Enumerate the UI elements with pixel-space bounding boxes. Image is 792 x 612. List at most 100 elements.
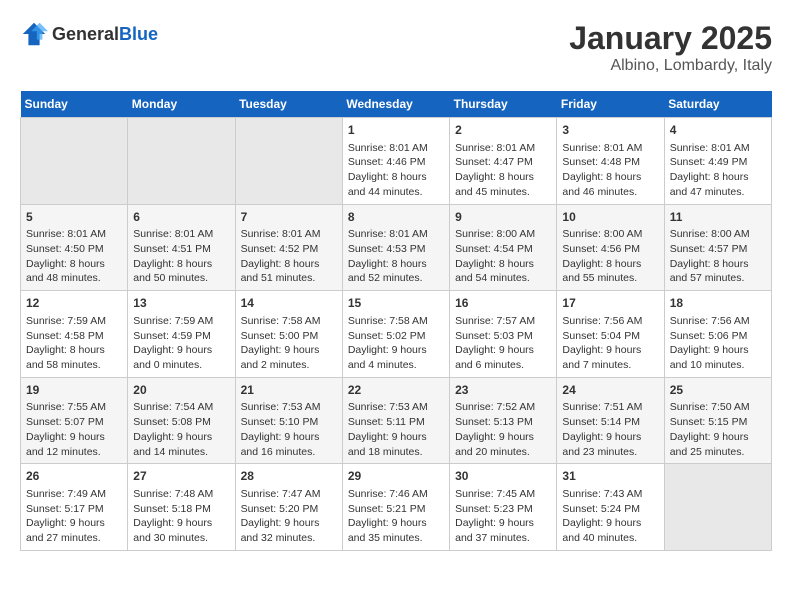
weekday-header-sunday: Sunday bbox=[21, 91, 128, 118]
day-cell: 26 Sunrise: 7:49 AM Sunset: 5:17 PM Dayli… bbox=[21, 464, 128, 551]
day-info: Sunrise: 7:56 AM Sunset: 5:06 PM Dayligh… bbox=[670, 314, 766, 373]
day-info: Sunrise: 7:48 AM Sunset: 5:18 PM Dayligh… bbox=[133, 487, 229, 546]
calendar-table: SundayMondayTuesdayWednesdayThursdayFrid… bbox=[20, 91, 772, 551]
day-info: Sunrise: 7:51 AM Sunset: 5:14 PM Dayligh… bbox=[562, 400, 658, 459]
day-info: Sunrise: 8:01 AM Sunset: 4:51 PM Dayligh… bbox=[133, 227, 229, 286]
day-number: 6 bbox=[133, 209, 229, 226]
weekday-header-thursday: Thursday bbox=[450, 91, 557, 118]
day-info: Sunrise: 8:01 AM Sunset: 4:53 PM Dayligh… bbox=[348, 227, 444, 286]
day-cell: 23Sunrise: 7:52 AM Sunset: 5:13 PM Dayli… bbox=[450, 377, 557, 464]
day-cell: 19Sunrise: 7:55 AM Sunset: 5:07 PM Dayli… bbox=[21, 377, 128, 464]
day-number: 19 bbox=[26, 382, 122, 399]
day-info: Sunrise: 8:01 AM Sunset: 4:47 PM Dayligh… bbox=[455, 141, 551, 200]
day-cell: 24Sunrise: 7:51 AM Sunset: 5:14 PM Dayli… bbox=[557, 377, 664, 464]
day-info: Sunrise: 7:57 AM Sunset: 5:03 PM Dayligh… bbox=[455, 314, 551, 373]
day-number: 10 bbox=[562, 209, 658, 226]
day-number: 28 bbox=[241, 468, 337, 485]
day-cell: 8Sunrise: 8:01 AM Sunset: 4:53 PM Daylig… bbox=[342, 204, 449, 291]
day-cell: 3Sunrise: 8:01 AM Sunset: 4:48 PM Daylig… bbox=[557, 118, 664, 205]
day-cell: 4 Sunrise: 8:01 AM Sunset: 4:49 PM Daylig… bbox=[664, 118, 771, 205]
day-info: Sunrise: 8:01 AM Sunset: 4:49 PM Dayligh… bbox=[670, 141, 766, 200]
day-cell: 5Sunrise: 8:01 AM Sunset: 4:50 PM Daylig… bbox=[21, 204, 128, 291]
day-cell: 16 Sunrise: 7:57 AM Sunset: 5:03 PM Dayli… bbox=[450, 291, 557, 378]
page-header: General Blue January 2025 Albino, Lombar… bbox=[20, 20, 772, 75]
logo: General Blue bbox=[20, 20, 158, 48]
day-info: Sunrise: 7:55 AM Sunset: 5:07 PM Dayligh… bbox=[26, 400, 122, 459]
day-number: 12 bbox=[26, 295, 122, 312]
logo-icon bbox=[20, 20, 48, 48]
day-cell: 10Sunrise: 8:00 AM Sunset: 4:56 PM Dayli… bbox=[557, 204, 664, 291]
weekday-header-saturday: Saturday bbox=[664, 91, 771, 118]
day-cell: 2 Sunrise: 8:01 AM Sunset: 4:47 PM Daylig… bbox=[450, 118, 557, 205]
day-cell: 15 Sunrise: 7:58 AM Sunset: 5:02 PM Dayli… bbox=[342, 291, 449, 378]
calendar-title: January 2025 bbox=[569, 20, 772, 57]
weekday-header-monday: Monday bbox=[128, 91, 235, 118]
day-info: Sunrise: 8:00 AM Sunset: 4:54 PM Dayligh… bbox=[455, 227, 551, 286]
day-number: 17 bbox=[562, 295, 658, 312]
day-cell: 6Sunrise: 8:01 AM Sunset: 4:51 PM Daylig… bbox=[128, 204, 235, 291]
weekday-header-friday: Friday bbox=[557, 91, 664, 118]
day-number: 1 bbox=[348, 122, 444, 139]
weekday-header-tuesday: Tuesday bbox=[235, 91, 342, 118]
day-number: 20 bbox=[133, 382, 229, 399]
day-info: Sunrise: 7:53 AM Sunset: 5:11 PM Dayligh… bbox=[348, 400, 444, 459]
day-cell: 7Sunrise: 8:01 AM Sunset: 4:52 PM Daylig… bbox=[235, 204, 342, 291]
day-cell bbox=[21, 118, 128, 205]
day-info: Sunrise: 7:54 AM Sunset: 5:08 PM Dayligh… bbox=[133, 400, 229, 459]
day-cell: 30 Sunrise: 7:45 AM Sunset: 5:23 PM Dayli… bbox=[450, 464, 557, 551]
day-info: Sunrise: 8:01 AM Sunset: 4:52 PM Dayligh… bbox=[241, 227, 337, 286]
day-cell: 14 Sunrise: 7:58 AM Sunset: 5:00 PM Dayli… bbox=[235, 291, 342, 378]
day-info: Sunrise: 8:01 AM Sunset: 4:50 PM Dayligh… bbox=[26, 227, 122, 286]
day-number: 16 bbox=[455, 295, 551, 312]
day-number: 4 bbox=[670, 122, 766, 139]
day-number: 23 bbox=[455, 382, 551, 399]
day-number: 29 bbox=[348, 468, 444, 485]
day-number: 27 bbox=[133, 468, 229, 485]
day-info: Sunrise: 7:56 AM Sunset: 5:04 PM Dayligh… bbox=[562, 314, 658, 373]
day-info: Sunrise: 7:49 AM Sunset: 5:17 PM Dayligh… bbox=[26, 487, 122, 546]
day-info: Sunrise: 8:00 AM Sunset: 4:57 PM Dayligh… bbox=[670, 227, 766, 286]
day-number: 22 bbox=[348, 382, 444, 399]
week-row-3: 12 Sunrise: 7:59 AM Sunset: 4:58 PM Dayli… bbox=[21, 291, 772, 378]
day-info: Sunrise: 8:00 AM Sunset: 4:56 PM Dayligh… bbox=[562, 227, 658, 286]
logo-blue: Blue bbox=[119, 24, 158, 45]
day-number: 31 bbox=[562, 468, 658, 485]
day-number: 14 bbox=[241, 295, 337, 312]
day-info: Sunrise: 7:46 AM Sunset: 5:21 PM Dayligh… bbox=[348, 487, 444, 546]
day-number: 8 bbox=[348, 209, 444, 226]
week-row-5: 26 Sunrise: 7:49 AM Sunset: 5:17 PM Dayli… bbox=[21, 464, 772, 551]
day-info: Sunrise: 7:58 AM Sunset: 5:02 PM Dayligh… bbox=[348, 314, 444, 373]
day-cell: 31 Sunrise: 7:43 AM Sunset: 5:24 PM Dayli… bbox=[557, 464, 664, 551]
day-number: 7 bbox=[241, 209, 337, 226]
day-number: 26 bbox=[26, 468, 122, 485]
day-number: 2 bbox=[455, 122, 551, 139]
day-number: 11 bbox=[670, 209, 766, 226]
day-info: Sunrise: 7:59 AM Sunset: 4:58 PM Dayligh… bbox=[26, 314, 122, 373]
day-cell: 29 Sunrise: 7:46 AM Sunset: 5:21 PM Dayli… bbox=[342, 464, 449, 551]
day-cell: 20Sunrise: 7:54 AM Sunset: 5:08 PM Dayli… bbox=[128, 377, 235, 464]
day-info: Sunrise: 7:58 AM Sunset: 5:00 PM Dayligh… bbox=[241, 314, 337, 373]
day-number: 30 bbox=[455, 468, 551, 485]
day-cell bbox=[664, 464, 771, 551]
day-number: 15 bbox=[348, 295, 444, 312]
day-info: Sunrise: 7:53 AM Sunset: 5:10 PM Dayligh… bbox=[241, 400, 337, 459]
day-number: 18 bbox=[670, 295, 766, 312]
day-number: 13 bbox=[133, 295, 229, 312]
weekday-header-wednesday: Wednesday bbox=[342, 91, 449, 118]
day-info: Sunrise: 7:52 AM Sunset: 5:13 PM Dayligh… bbox=[455, 400, 551, 459]
day-cell: 17 Sunrise: 7:56 AM Sunset: 5:04 PM Dayli… bbox=[557, 291, 664, 378]
day-number: 24 bbox=[562, 382, 658, 399]
week-row-2: 5Sunrise: 8:01 AM Sunset: 4:50 PM Daylig… bbox=[21, 204, 772, 291]
day-number: 5 bbox=[26, 209, 122, 226]
day-info: Sunrise: 7:43 AM Sunset: 5:24 PM Dayligh… bbox=[562, 487, 658, 546]
day-info: Sunrise: 7:45 AM Sunset: 5:23 PM Dayligh… bbox=[455, 487, 551, 546]
day-number: 21 bbox=[241, 382, 337, 399]
day-cell: 9Sunrise: 8:00 AM Sunset: 4:54 PM Daylig… bbox=[450, 204, 557, 291]
day-info: Sunrise: 8:01 AM Sunset: 4:48 PM Dayligh… bbox=[562, 141, 658, 200]
weekday-header-row: SundayMondayTuesdayWednesdayThursdayFrid… bbox=[21, 91, 772, 118]
day-number: 25 bbox=[670, 382, 766, 399]
day-cell: 21Sunrise: 7:53 AM Sunset: 5:10 PM Dayli… bbox=[235, 377, 342, 464]
day-info: Sunrise: 8:01 AM Sunset: 4:46 PM Dayligh… bbox=[348, 141, 444, 200]
week-row-4: 19Sunrise: 7:55 AM Sunset: 5:07 PM Dayli… bbox=[21, 377, 772, 464]
day-cell: 25Sunrise: 7:50 AM Sunset: 5:15 PM Dayli… bbox=[664, 377, 771, 464]
